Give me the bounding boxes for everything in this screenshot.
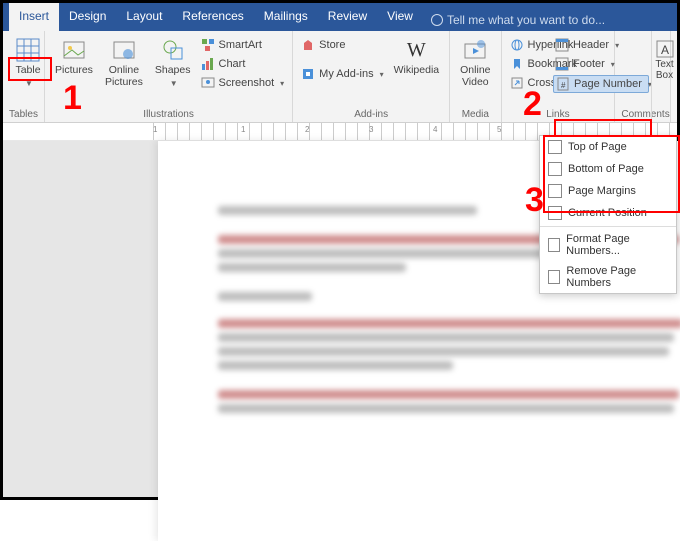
tab-layout[interactable]: Layout (116, 3, 172, 31)
word-window: Insert Design Layout References Mailings… (0, 0, 680, 500)
menu-remove-page-numbers[interactable]: Remove Page Numbers (540, 261, 676, 293)
wikipedia-button[interactable]: W Wikipedia (390, 35, 444, 79)
top-of-page-icon (548, 140, 562, 154)
menu-format-page-numbers[interactable]: Format Page Numbers... (540, 229, 676, 261)
pictures-icon (61, 37, 87, 63)
remove-page-numbers-icon (548, 270, 560, 284)
tab-design[interactable]: Design (59, 3, 116, 31)
smartart-button[interactable]: SmartArt (199, 37, 287, 53)
online-video-button[interactable]: Online Video (456, 35, 494, 90)
page-number-icon: # (556, 77, 570, 91)
marker-1: 1 (63, 79, 82, 118)
marker-3: 3 (525, 181, 544, 220)
text-box-icon: A (655, 39, 675, 59)
menu-bottom-of-page[interactable]: Bottom of Page (540, 158, 676, 180)
shapes-button[interactable]: Shapes ▼ (151, 35, 195, 90)
chevron-down-icon: ▾ (611, 60, 615, 69)
chevron-down-icon: ▼ (170, 79, 178, 88)
page-number-menu: Top of Page Bottom of Page Page Margins … (539, 135, 677, 294)
video-icon (462, 37, 488, 63)
online-pictures-icon (111, 37, 137, 63)
wikipedia-icon: W (403, 37, 429, 63)
chart-icon (201, 57, 215, 71)
format-page-numbers-icon (548, 238, 560, 252)
store-button[interactable]: Store (299, 37, 385, 53)
cross-reference-icon (510, 76, 524, 90)
table-icon (15, 37, 41, 63)
chevron-down-icon: ▾ (280, 79, 284, 88)
store-icon (301, 38, 315, 52)
tell-me-placeholder: Tell me what you want to do... (447, 13, 605, 27)
ribbon: Table ▼ Tables Pictures Online Pictures … (3, 31, 677, 123)
tab-insert[interactable]: Insert (9, 3, 59, 31)
svg-text:A: A (661, 43, 669, 57)
online-pictures-button[interactable]: Online Pictures (101, 35, 147, 90)
bottom-of-page-icon (548, 162, 562, 176)
footer-icon (555, 57, 569, 71)
group-tables: Table ▼ Tables (3, 31, 45, 122)
group-header-footer: Header ▾ Footer ▾ # Page Number ▾ (551, 31, 651, 95)
my-addins-button[interactable]: My Add-ins ▾ (299, 66, 385, 82)
lightbulb-icon (431, 14, 443, 26)
tell-me-search[interactable]: Tell me what you want to do... (423, 3, 677, 31)
group-addins: Store My Add-ins ▾ W Wikipedia Add-ins (293, 31, 450, 122)
page-margins-icon (548, 184, 562, 198)
chevron-down-icon: ▾ (615, 41, 619, 50)
group-media: Online Video Media (450, 31, 501, 122)
page-number-button[interactable]: # Page Number ▾ (553, 75, 649, 93)
marker-2: 2 (523, 85, 542, 124)
tab-references[interactable]: References (172, 3, 253, 31)
tab-view[interactable]: View (377, 3, 423, 31)
smartart-icon (201, 38, 215, 52)
menu-top-of-page[interactable]: Top of Page (540, 136, 676, 158)
menu-page-margins[interactable]: Page Margins (540, 180, 676, 202)
chevron-down-icon: ▾ (380, 70, 384, 79)
shapes-icon (160, 37, 186, 63)
header-icon (555, 38, 569, 52)
ribbon-tabs: Insert Design Layout References Mailings… (3, 3, 677, 31)
chart-button[interactable]: Chart (199, 56, 287, 72)
header-button[interactable]: Header ▾ (553, 37, 649, 53)
pictures-button[interactable]: Pictures (51, 35, 97, 79)
group-text-partial: A Text Box (651, 31, 677, 123)
chevron-down-icon: ▼ (25, 79, 33, 88)
menu-separator (540, 226, 676, 227)
bookmark-icon (510, 57, 524, 71)
menu-current-position[interactable]: Current Position (540, 202, 676, 224)
tab-mailings[interactable]: Mailings (254, 3, 318, 31)
tab-review[interactable]: Review (318, 3, 377, 31)
hyperlink-icon (510, 38, 524, 52)
screenshot-button[interactable]: Screenshot ▾ (199, 75, 287, 91)
svg-text:#: # (561, 81, 566, 90)
table-button[interactable]: Table ▼ (9, 35, 47, 90)
screenshot-icon (201, 76, 215, 90)
footer-button[interactable]: Footer ▾ (553, 56, 649, 72)
group-illustrations: Pictures Online Pictures Shapes ▼ SmartA… (45, 31, 293, 122)
current-position-icon (548, 206, 562, 220)
addins-icon (301, 67, 315, 81)
